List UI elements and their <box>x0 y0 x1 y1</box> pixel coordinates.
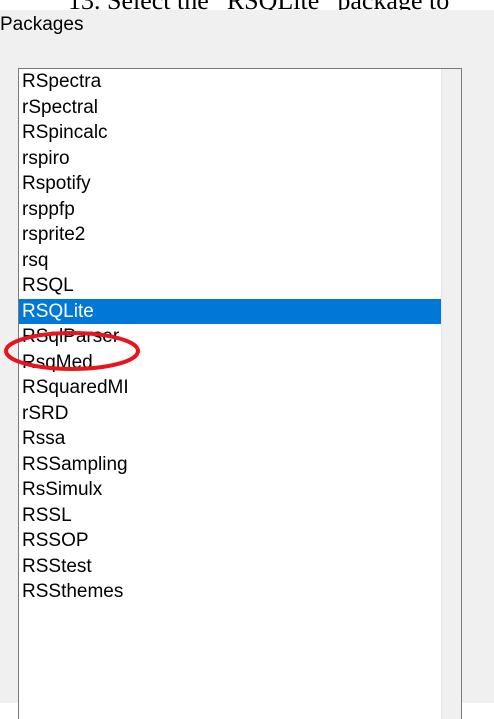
vertical-scrollbar[interactable] <box>441 69 461 719</box>
package-item[interactable]: RSSOP <box>19 528 441 554</box>
package-item-selected[interactable]: RSQLite <box>19 298 441 324</box>
package-item[interactable]: rspiro <box>19 146 441 172</box>
package-item[interactable]: RSqlParser <box>19 324 441 350</box>
packages-listbox[interactable]: RSpectra rSpectral RSpincalc rspiro Rspotify… <box>18 68 462 719</box>
package-item[interactable]: rSRD <box>19 401 441 427</box>
package-item[interactable]: RSSampling <box>19 452 441 478</box>
package-item[interactable]: RSquaredMI <box>19 375 441 401</box>
package-item[interactable]: rsppfp <box>19 197 441 223</box>
package-item[interactable]: RSQL <box>19 273 441 299</box>
package-item[interactable]: Rssa <box>19 426 441 452</box>
package-item[interactable]: rSpectral <box>19 95 441 121</box>
packages-panel: Packages RSpectra rSpectral RSpincalc rspir… <box>0 10 494 719</box>
package-item[interactable]: Rspotify <box>19 171 441 197</box>
package-item[interactable]: RsqMed <box>19 350 441 376</box>
package-item[interactable]: RSSthemes <box>19 579 441 605</box>
package-item[interactable]: rsq <box>19 248 441 274</box>
package-list: RSpectra rSpectral RSpincalc rspiro Rspotify… <box>19 69 441 605</box>
packages-label: Packages <box>0 14 84 35</box>
package-item[interactable]: rsprite2 <box>19 222 441 248</box>
package-item[interactable]: RSStest <box>19 554 441 580</box>
package-item[interactable]: RSpectra <box>19 69 441 95</box>
package-item[interactable]: RSSL <box>19 503 441 529</box>
package-item[interactable]: RSpincalc <box>19 120 441 146</box>
package-item[interactable]: RsSimulx <box>19 477 441 503</box>
